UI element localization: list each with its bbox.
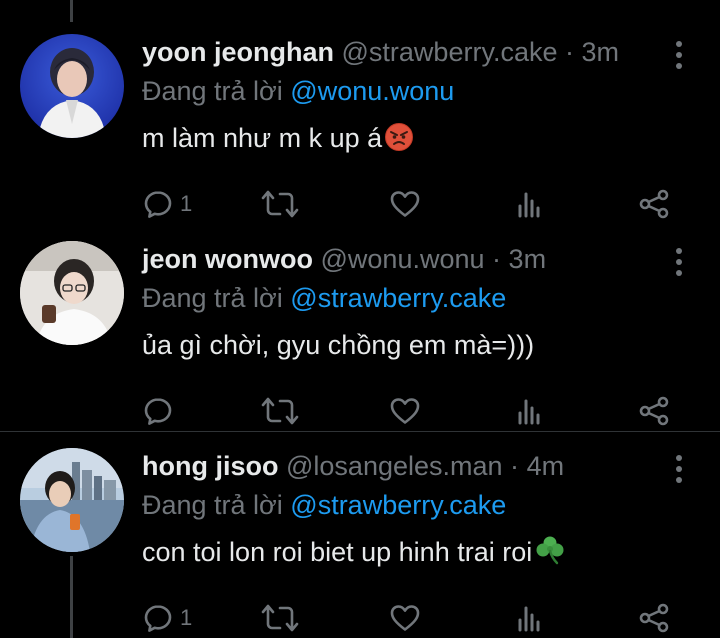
share-button[interactable] <box>638 391 670 431</box>
tweet-1[interactable]: yoon jeonghan @strawberry.cake · 3m Đang… <box>0 34 720 224</box>
retweet-icon <box>260 602 300 634</box>
display-name[interactable]: yoon jeonghan <box>142 37 334 67</box>
share-button[interactable] <box>638 184 670 224</box>
tweet-header: yoon jeonghan @strawberry.cake · 3m <box>142 34 619 70</box>
like-button[interactable] <box>389 598 421 638</box>
display-name[interactable]: hong jisoo <box>142 451 278 481</box>
display-name[interactable]: jeon wonwoo <box>142 244 313 274</box>
replying-prefix: Đang trả lời <box>142 76 283 106</box>
retweet-button[interactable] <box>260 598 300 638</box>
views-icon <box>514 602 546 634</box>
reply-icon <box>142 602 174 634</box>
views-button[interactable] <box>514 598 546 638</box>
like-icon <box>389 602 421 634</box>
more-options-icon[interactable] <box>668 38 690 72</box>
views-button[interactable] <box>514 391 546 431</box>
like-icon <box>389 395 421 427</box>
tweet-text-content: ủa gì chời, gyu chồng em mà=))) <box>142 330 535 360</box>
replying-mention[interactable]: @strawberry.cake <box>290 490 506 520</box>
avatar-image <box>20 448 124 552</box>
views-button[interactable] <box>514 184 546 224</box>
more-options-icon[interactable] <box>668 452 690 486</box>
reply-icon <box>142 395 174 427</box>
user-handle[interactable]: @strawberry.cake <box>342 37 558 67</box>
replying-mention[interactable]: @wonu.wonu <box>290 76 454 106</box>
views-icon <box>514 188 546 220</box>
avatar-image <box>20 241 124 345</box>
replying-to: Đang trả lời @strawberry.cake <box>142 281 506 315</box>
like-button[interactable] <box>389 184 421 224</box>
share-icon <box>638 602 670 634</box>
reply-button[interactable]: 1 <box>142 184 192 224</box>
tweet-header: jeon wonwoo @wonu.wonu · 3m <box>142 241 546 277</box>
avatar-image <box>20 34 124 138</box>
action-bar: 1 <box>0 598 720 638</box>
share-icon <box>638 395 670 427</box>
replying-prefix: Đang trả lời <box>142 490 283 520</box>
tweet-3[interactable]: hong jisoo @losangeles.man · 4m Đang trả… <box>0 448 720 638</box>
share-button[interactable] <box>638 598 670 638</box>
timestamp[interactable]: 4m <box>527 451 565 481</box>
tweet-text: ủa gì chời, gyu chồng em mà=))) <box>142 327 534 363</box>
timestamp[interactable]: 3m <box>509 244 547 274</box>
like-button[interactable] <box>389 391 421 431</box>
like-icon <box>389 188 421 220</box>
retweet-button[interactable] <box>260 391 300 431</box>
user-handle[interactable]: @losangeles.man <box>286 451 503 481</box>
reply-count: 1 <box>180 605 193 630</box>
thread-line-top <box>70 0 73 22</box>
tweet-2[interactable]: jeon wonwoo @wonu.wonu · 3m Đang trả lời… <box>0 241 720 431</box>
more-options-icon[interactable] <box>668 245 690 279</box>
views-icon <box>514 395 546 427</box>
user-handle[interactable]: @wonu.wonu <box>321 244 485 274</box>
shamrock-icon <box>534 534 566 575</box>
separator-dot: · <box>492 244 502 274</box>
reply-button[interactable]: 1 <box>142 598 192 638</box>
tweet-text-content: m làm như m k up á <box>142 123 383 153</box>
avatar-jeon-wonwoo[interactable] <box>20 241 124 345</box>
action-bar: 1 <box>0 184 720 224</box>
retweet-icon <box>260 188 300 220</box>
tweet-text: m làm như m k up á <box>142 120 414 161</box>
replying-mention[interactable]: @strawberry.cake <box>290 283 506 313</box>
retweet-button[interactable] <box>260 184 300 224</box>
separator-dot: · <box>510 451 520 481</box>
action-bar <box>0 391 720 431</box>
reply-count: 1 <box>180 191 193 216</box>
share-icon <box>638 188 670 220</box>
avatar-yoon-jeonghan[interactable] <box>20 34 124 138</box>
tweet-text-content: con toi lon roi biet up hinh trai roi <box>142 537 533 567</box>
avatar-hong-jisoo[interactable] <box>20 448 124 552</box>
replying-prefix: Đang trả lời <box>142 283 283 313</box>
tweet-divider <box>0 431 720 432</box>
reply-icon <box>142 188 174 220</box>
timestamp[interactable]: 3m <box>582 37 620 67</box>
angry-face-icon <box>384 122 414 161</box>
reply-button[interactable] <box>142 391 180 431</box>
replying-to: Đang trả lời @strawberry.cake <box>142 488 506 522</box>
separator-dot: · <box>565 37 574 67</box>
tweet-header: hong jisoo @losangeles.man · 4m <box>142 448 564 484</box>
tweet-text: con toi lon roi biet up hinh trai roi <box>142 534 566 575</box>
replying-to: Đang trả lời @wonu.wonu <box>142 74 454 108</box>
retweet-icon <box>260 395 300 427</box>
